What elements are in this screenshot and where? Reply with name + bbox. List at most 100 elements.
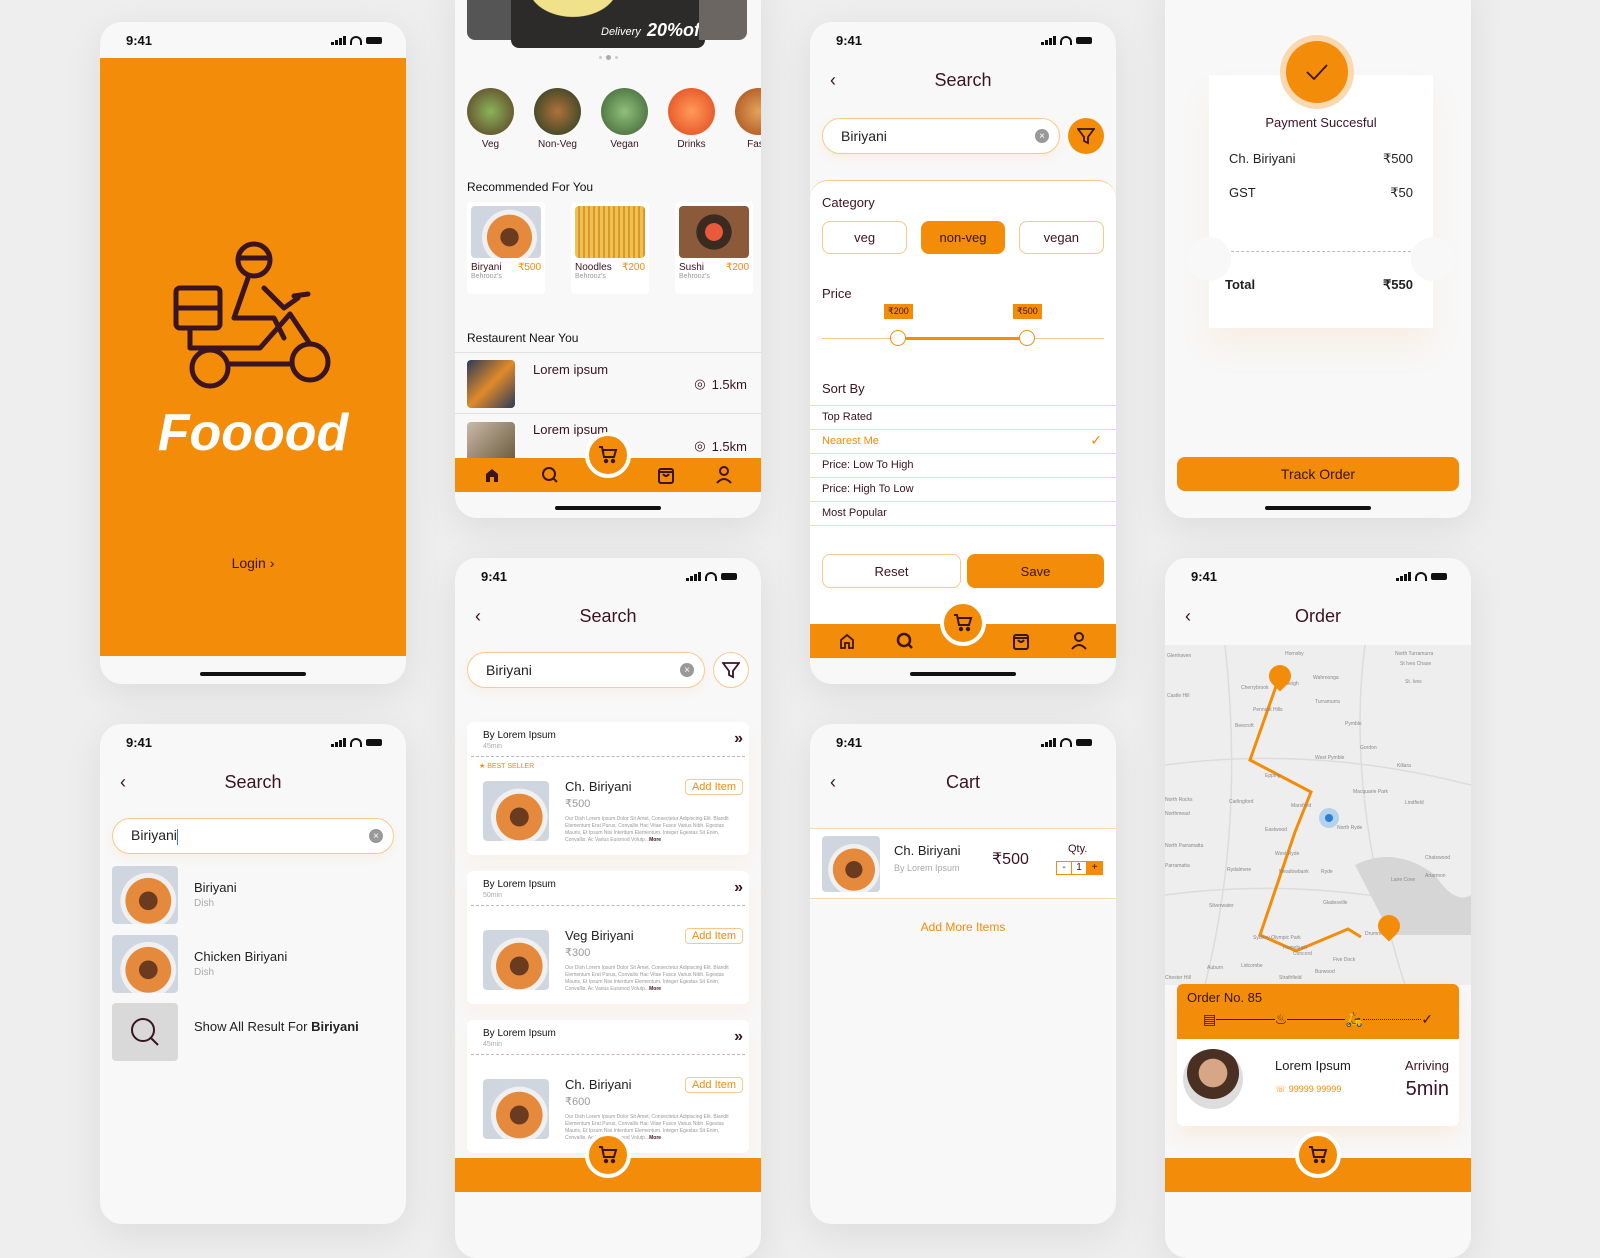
search-results-screen: 9:41 ‹ Search Biriyani × By Lorem Ipsum 4…: [455, 558, 761, 1258]
price-min-handle[interactable]: [890, 330, 906, 346]
recommended-card[interactable]: Noodles ₹200 Behrooz's: [571, 202, 649, 294]
sort-option[interactable]: Price: High To Low: [810, 478, 1116, 502]
cart-button[interactable]: [1295, 1132, 1341, 1178]
driver-phone[interactable]: ☏ 99999 99999: [1275, 1084, 1341, 1095]
wifi-icon: [1415, 571, 1427, 581]
search-tab-icon[interactable]: [539, 1164, 561, 1186]
map-label: Northmead: [1165, 811, 1190, 817]
cart-screen: 9:41 ‹ Cart Ch. Biriyani By Lorem Ipsum …: [810, 724, 1116, 1224]
search-input[interactable]: Biriyani ×: [467, 652, 705, 688]
battery-icon: [366, 36, 382, 44]
more-link[interactable]: More: [649, 986, 661, 992]
back-chevron-icon[interactable]: ‹: [120, 772, 126, 793]
add-item-button[interactable]: Add Item: [684, 928, 743, 944]
sort-option[interactable]: Most Popular: [810, 502, 1116, 526]
recommended-card[interactable]: Biryani ₹500 Behrooz's: [467, 202, 545, 294]
recommended-card[interactable]: Sushi ₹200 Behrooz's: [675, 202, 753, 294]
back-chevron-icon[interactable]: ‹: [475, 606, 481, 627]
suggestion-item[interactable]: Chicken Biriyani Dish: [112, 935, 394, 993]
price-slider[interactable]: ₹200 ₹500: [822, 304, 1104, 346]
route-map[interactable]: Glenhaven Hornsby North Turramurra St Ives …: [1165, 645, 1471, 985]
orders-tab-icon[interactable]: [655, 1164, 677, 1186]
map-label: Pennant Hills: [1253, 707, 1283, 713]
back-chevron-icon[interactable]: ‹: [830, 70, 836, 91]
search-tab-icon[interactable]: [894, 630, 916, 652]
price-max-handle[interactable]: [1019, 330, 1035, 346]
promo-banner[interactable]: Delivery 20%off: [511, 0, 705, 48]
more-link[interactable]: More: [649, 1135, 661, 1141]
clear-icon[interactable]: ×: [680, 663, 694, 677]
filter-button[interactable]: [1068, 118, 1104, 154]
carousel-dots[interactable]: [455, 55, 761, 60]
add-more-items-link[interactable]: Add More Items: [810, 920, 1116, 934]
category-chip-vegan[interactable]: vegan: [1018, 221, 1104, 254]
map-label: Gordon: [1360, 745, 1377, 751]
sort-option-selected[interactable]: Nearest Me ✓: [810, 430, 1116, 454]
recommended-title: Recommended For You: [467, 180, 594, 194]
double-chevron-icon[interactable]: »: [734, 730, 743, 748]
search-tab-icon[interactable]: [539, 464, 561, 486]
map-label: Sydney Olympic Park: [1253, 935, 1301, 941]
cart-button[interactable]: [585, 1132, 631, 1178]
category-vegan[interactable]: Vegan: [601, 88, 648, 150]
track-order-button[interactable]: Track Order: [1177, 457, 1459, 491]
clear-icon[interactable]: ×: [1035, 129, 1049, 143]
battery-icon: [1076, 36, 1092, 44]
filter-button[interactable]: [713, 652, 749, 688]
restaurant-image: [467, 360, 515, 408]
map-label: Eastwood: [1265, 827, 1287, 833]
clear-icon[interactable]: ×: [369, 829, 383, 843]
save-button[interactable]: Save: [967, 554, 1104, 588]
search-input[interactable]: Biriyani ×: [822, 118, 1060, 154]
reset-button[interactable]: Reset: [822, 554, 961, 588]
promo-banner-right[interactable]: [699, 0, 747, 40]
cart-button[interactable]: [940, 600, 986, 646]
map-label: North Parramatta: [1165, 843, 1204, 849]
scooter-icon: 🛵: [1345, 1011, 1363, 1027]
double-chevron-icon[interactable]: »: [734, 1028, 743, 1046]
category-chip-non-veg[interactable]: non-veg: [921, 221, 1005, 254]
home-tab-icon[interactable]: [481, 464, 503, 486]
profile-tab-icon[interactable]: [713, 1164, 735, 1186]
orders-tab-icon[interactable]: [655, 464, 677, 486]
page-header: ‹ Search: [810, 60, 1116, 100]
show-all-results[interactable]: Show All Result For Biriyani: [112, 1003, 394, 1061]
category-drinks[interactable]: Drinks: [668, 88, 715, 150]
orders-tab-icon[interactable]: [1010, 630, 1032, 652]
sort-option[interactable]: Price: Low To High: [810, 454, 1116, 478]
category-non-veg[interactable]: Non-Veg: [534, 88, 581, 150]
dish-image: [112, 935, 178, 993]
search-input[interactable]: Biriyani ×: [112, 818, 394, 854]
route-line: [1248, 674, 1362, 953]
back-chevron-icon[interactable]: ‹: [830, 772, 836, 793]
map-label: Chester Hill: [1165, 975, 1191, 981]
double-chevron-icon[interactable]: »: [734, 879, 743, 897]
quantity-stepper: - 1 +: [1056, 861, 1103, 875]
more-link[interactable]: More: [649, 837, 661, 843]
profile-tab-icon[interactable]: [713, 464, 735, 486]
dish-image: [112, 866, 178, 924]
battery-icon: [1431, 572, 1447, 580]
category-veg[interactable]: Veg: [467, 88, 514, 150]
category-chip-veg[interactable]: veg: [822, 221, 908, 254]
add-item-button[interactable]: Add Item: [684, 1077, 743, 1093]
restaurant-item[interactable]: Lorem ipsum ◎ 1.5km: [467, 358, 747, 408]
filter-icon: [1077, 128, 1095, 145]
suggestion-item[interactable]: Biriyani Dish: [112, 866, 394, 924]
add-item-button[interactable]: Add Item: [684, 779, 743, 795]
login-link[interactable]: Login ›: [100, 555, 406, 571]
dish-price: ₹300: [565, 947, 591, 959]
sort-option[interactable]: Top Rated: [810, 406, 1116, 430]
cart-button[interactable]: [585, 432, 631, 478]
home-tab-icon[interactable]: [481, 1164, 503, 1186]
wifi-icon: [1060, 35, 1072, 45]
decrement-button[interactable]: -: [1057, 862, 1072, 874]
profile-tab-icon[interactable]: [1068, 630, 1090, 652]
signal-icon: [1041, 737, 1056, 747]
increment-button[interactable]: +: [1087, 862, 1102, 874]
map-label: Wahroonga: [1313, 675, 1339, 681]
category-fast-food[interactable]: Fast-: [735, 88, 761, 150]
back-chevron-icon[interactable]: ‹: [1185, 606, 1191, 627]
home-tab-icon[interactable]: [836, 630, 858, 652]
dish-price: ₹600: [565, 1096, 591, 1108]
